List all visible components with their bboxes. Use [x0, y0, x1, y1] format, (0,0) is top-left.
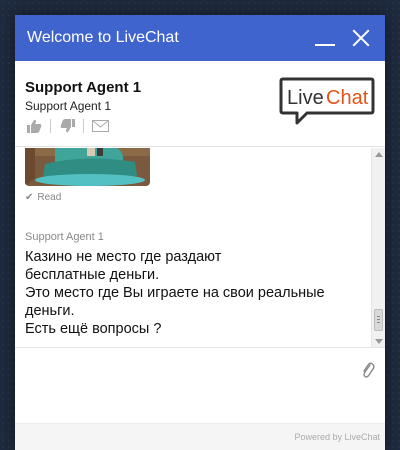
- message-input[interactable]: [15, 349, 385, 423]
- message-line: Казино не место где раздают: [25, 249, 222, 265]
- message-input-area: [15, 349, 385, 423]
- thumbs-down-icon[interactable]: [58, 118, 76, 134]
- logo-text: Chat: [326, 87, 369, 109]
- chat-title: Welcome to LiveChat: [27, 29, 179, 46]
- image-attachment[interactable]: [25, 148, 150, 186]
- close-icon[interactable]: [349, 26, 373, 50]
- email-transcript-icon[interactable]: [91, 118, 109, 134]
- minimize-icon[interactable]: [313, 26, 337, 50]
- message-list: ✔ Read Support Agent 1 Казино не место г…: [15, 148, 385, 348]
- chat-widget: Welcome to LiveChat Support Agent 1 Supp…: [15, 15, 385, 450]
- message-line: Это место где Вы играете на свои реальны…: [25, 285, 325, 301]
- message-line: Есть ещё вопросы ?: [25, 321, 162, 337]
- scroll-down-arrow-icon[interactable]: [375, 339, 383, 344]
- divider: [50, 119, 51, 133]
- message-line: бесплатные деньги.: [25, 267, 160, 283]
- powered-by-link[interactable]: Powered by LiveChat: [294, 432, 380, 442]
- livechat-logo: Live Chat: [279, 77, 375, 125]
- thumbs-up-icon[interactable]: [25, 118, 43, 134]
- message-line: деньги.: [25, 303, 75, 319]
- scroll-up-arrow-icon[interactable]: [375, 152, 383, 157]
- paperclip-icon[interactable]: [361, 361, 375, 379]
- check-icon: ✔: [25, 192, 34, 203]
- chat-header: Welcome to LiveChat: [15, 15, 385, 61]
- messages-scrollbar[interactable]: [371, 148, 385, 347]
- message-text: Казино не место где раздают бесплатные д…: [25, 248, 355, 338]
- read-receipt: ✔ Read: [25, 192, 61, 203]
- divider: [83, 119, 84, 133]
- message-author: Support Agent 1: [25, 231, 104, 243]
- scroll-thumb[interactable]: [374, 309, 383, 331]
- read-status: Read: [37, 192, 62, 203]
- footer: Powered by LiveChat: [15, 423, 385, 450]
- svg-text:Live: Live: [287, 87, 324, 109]
- agent-bar: Support Agent 1 Support Agent 1 Live Cha…: [15, 61, 385, 147]
